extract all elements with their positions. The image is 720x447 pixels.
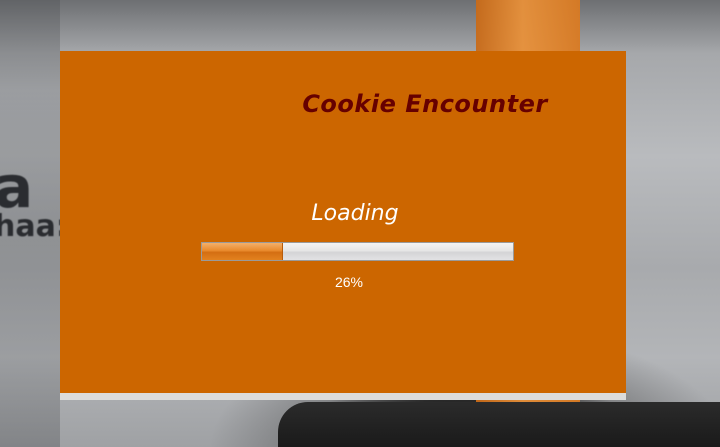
loading-label: Loading [311,201,399,226]
loading-progress-bar [201,242,514,261]
game-title: Cookie Encounter [302,90,548,118]
loading-progress-percent: 26% [334,274,364,290]
background-text: a haa: [0,158,68,242]
background-dark-object [278,402,720,447]
loading-progress-fill [202,243,283,260]
game-title-container: Cookie Encounter [0,90,720,118]
loading-panel-bottom-strip [60,393,626,400]
